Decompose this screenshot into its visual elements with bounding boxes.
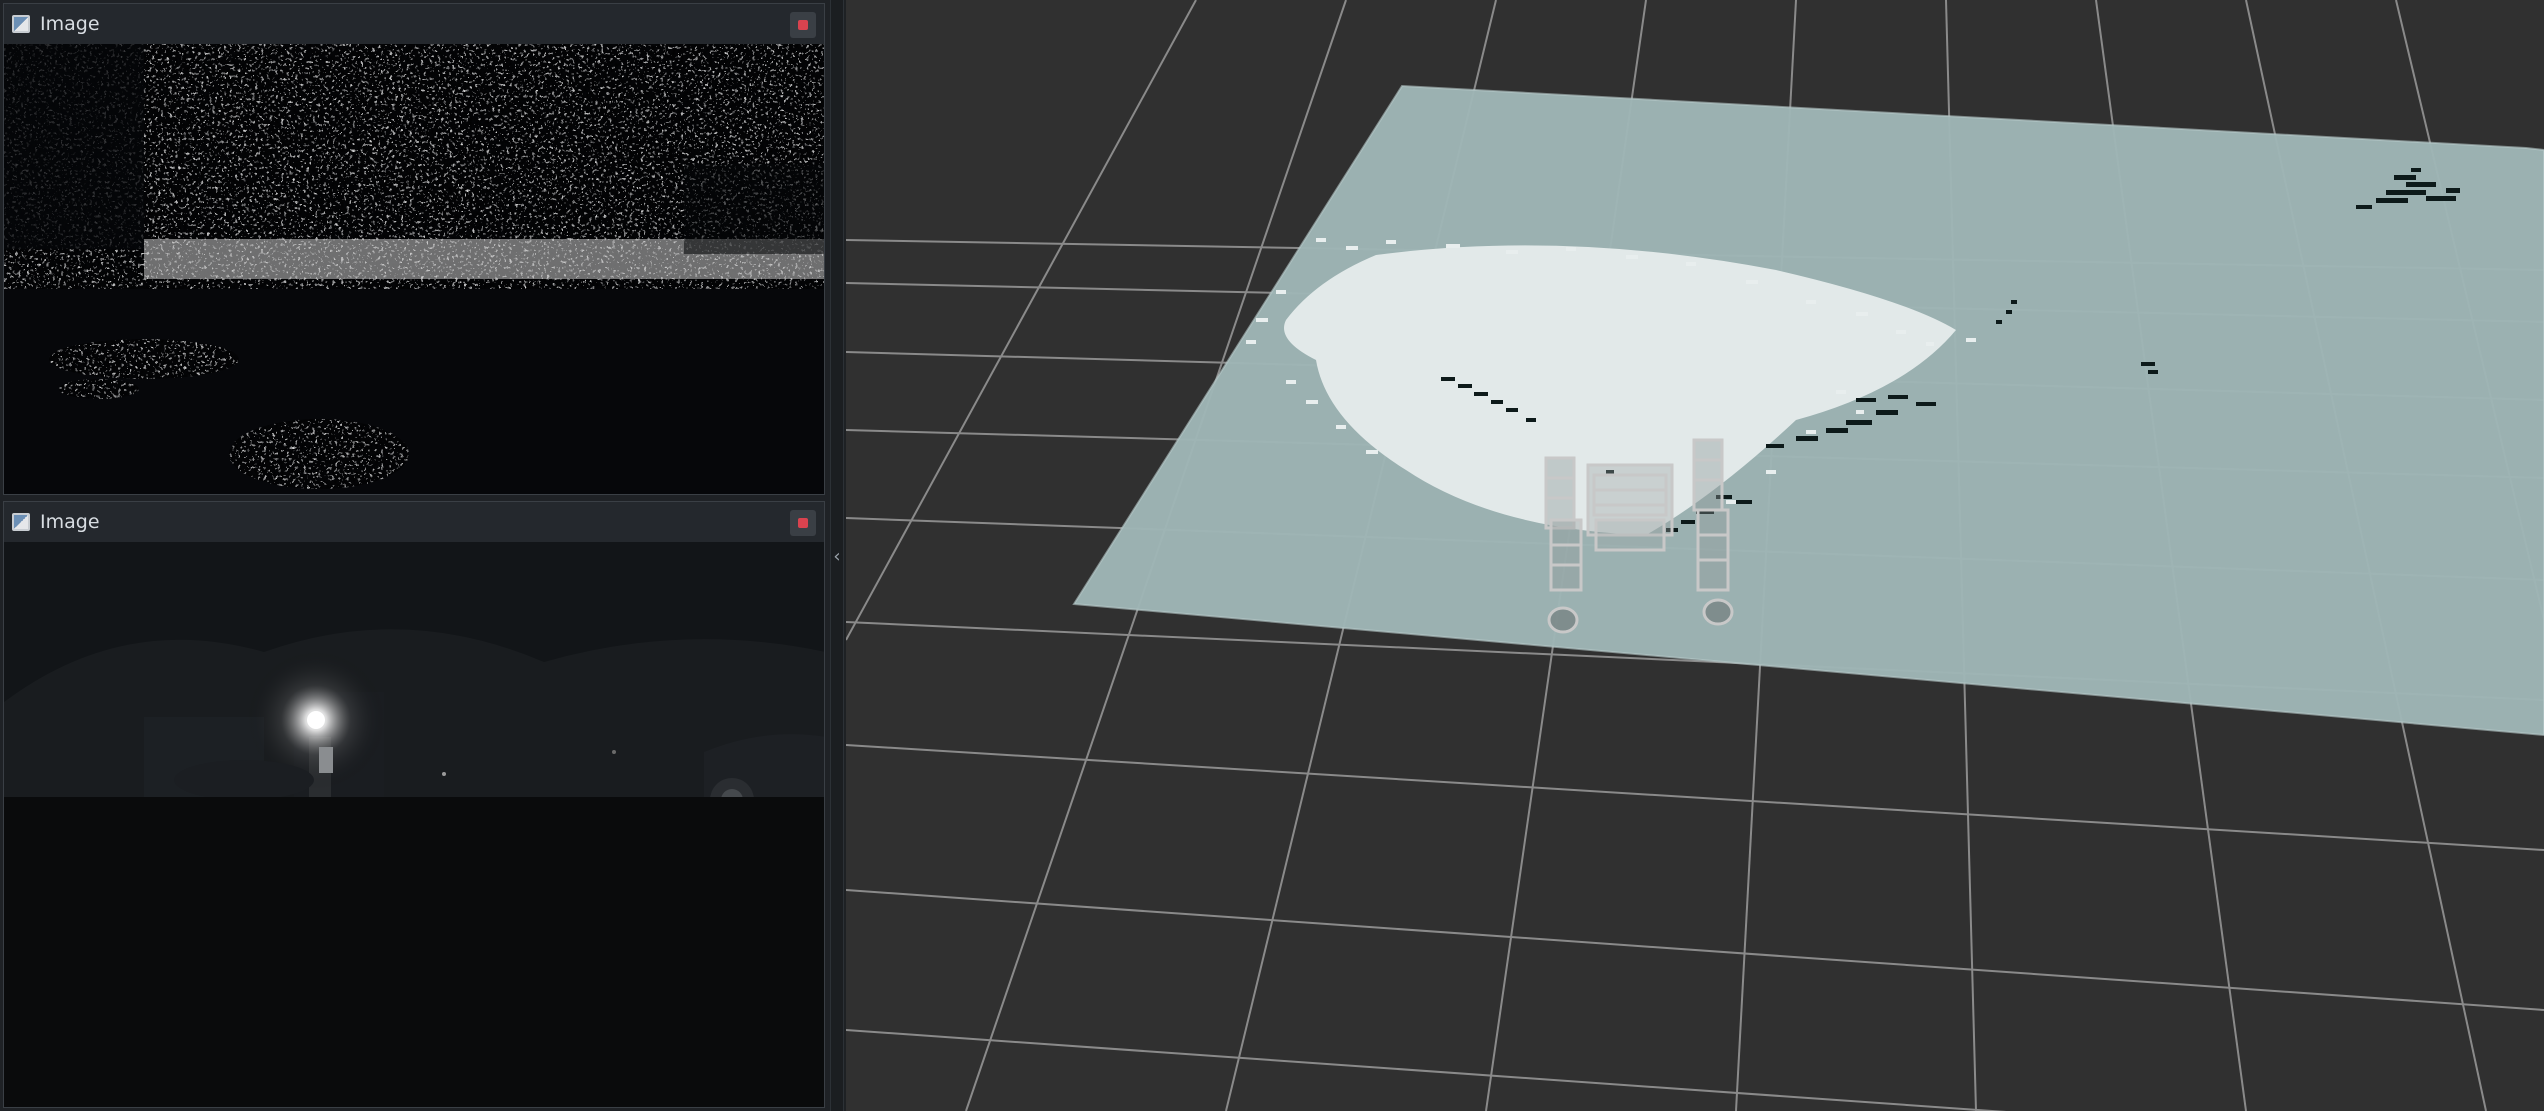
image-icon [12,15,30,33]
3d-viewport[interactable] [846,0,2544,1111]
image-panel-bottom: Image [3,501,825,1108]
close-icon [798,518,808,528]
image-panel-top: Image [3,3,825,495]
close-button[interactable] [790,12,816,38]
viewport-scene[interactable] [846,0,2544,1111]
image-panels-pane: Image Image [0,0,830,1111]
night-camera-image [4,542,824,1107]
panel-header[interactable]: Image [4,4,824,45]
panel-title: Image [40,511,100,533]
camera-image-night [4,542,824,1107]
feature-image [4,44,824,494]
panel-title: Image [40,13,100,35]
panel-header[interactable]: Image [4,502,824,543]
image-icon [12,513,30,531]
close-button[interactable] [790,510,816,536]
chevron-left-icon[interactable]: ‹ [831,542,843,572]
panel-splitter[interactable]: ‹ [830,0,844,1111]
camera-image-feature [4,44,824,494]
close-icon [798,20,808,30]
